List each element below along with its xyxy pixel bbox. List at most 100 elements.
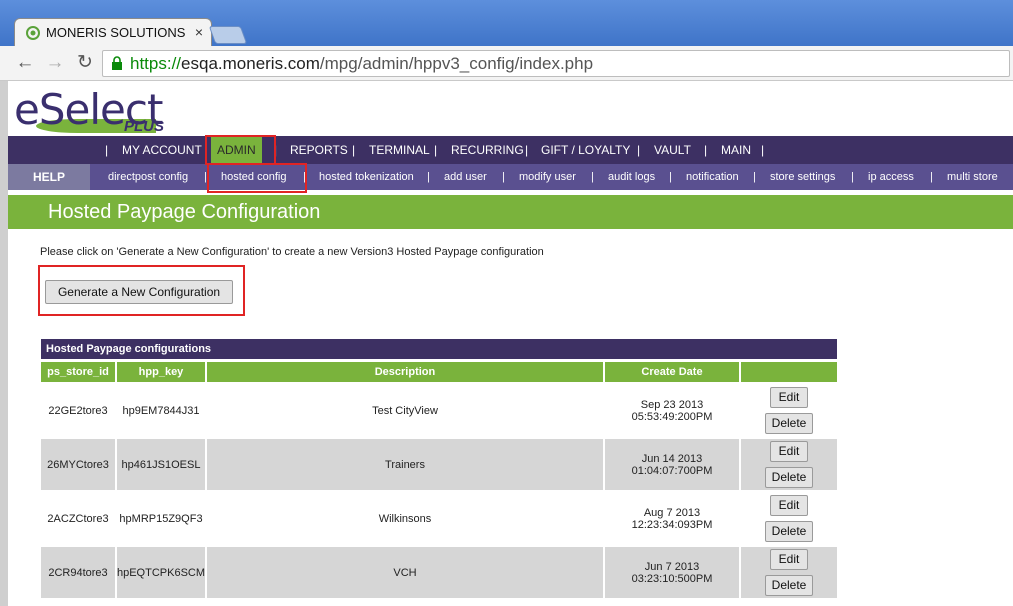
back-arrow-icon[interactable]: ← (14, 52, 36, 74)
sub-nav: HELP directpost config | hosted config |… (8, 164, 1013, 190)
delete-button[interactable]: Delete (765, 575, 813, 596)
lock-icon (112, 56, 122, 70)
nav-separator: | (525, 143, 529, 157)
cell-store-id: 22GE2tore3 (48, 404, 108, 417)
subnav-audit-logs[interactable]: audit logs (608, 164, 655, 190)
header-actions (741, 362, 837, 382)
url-scheme: https:// (130, 54, 182, 73)
browser-tabstrip: MONERIS SOLUTIONS - e × (0, 0, 1013, 47)
nav-reports[interactable]: REPORTS (290, 136, 348, 164)
nav-main[interactable]: MAIN (721, 136, 751, 164)
header-hpp-key: hpp_key (117, 362, 205, 382)
new-tab-button[interactable] (208, 26, 248, 44)
subnav-separator: | (930, 171, 933, 183)
date-line: Aug 7 2013 (643, 506, 701, 519)
intro-text: Please click on 'Generate a New Configur… (40, 246, 544, 258)
url-host: esqa.moneris.com (181, 54, 320, 73)
subnav-separator: | (427, 171, 430, 183)
subnav-ip-access[interactable]: ip access (868, 164, 914, 190)
date-line: Sep 23 2013 (640, 398, 704, 411)
cell-description: VCH (207, 547, 603, 598)
cell-store-id: 26MYCtore3 (41, 439, 115, 490)
subnav-hosted-tokenization[interactable]: hosted tokenization (319, 164, 414, 190)
subnav-directpost-config[interactable]: directpost config (108, 164, 188, 190)
subnav-modify-user[interactable]: modify user (519, 164, 576, 190)
cell-create-date: Jun 7 2013 03:23:10:500PM (605, 547, 739, 598)
page-title-bar: Hosted Paypage Configuration (8, 195, 1013, 229)
tab-close-icon[interactable]: × (195, 24, 203, 40)
page-title: Hosted Paypage Configuration (48, 201, 321, 223)
subnav-separator: | (591, 171, 594, 183)
nav-separator: | (637, 143, 641, 157)
edit-button[interactable]: Edit (770, 387, 808, 408)
nav-my-account[interactable]: MY ACCOUNT (122, 136, 202, 164)
subnav-add-user[interactable]: add user (444, 164, 487, 190)
table-row: 2CR94tore3 hpEQTCPK6SCM VCH Jun 7 2013 0… (41, 547, 837, 598)
delete-button[interactable]: Delete (765, 467, 813, 488)
eselect-plus-logo: eSelect PLUS (14, 85, 184, 137)
date-line: Jun 14 2013 (641, 452, 703, 465)
subnav-separator: | (851, 171, 854, 183)
cell-hpp-key: hp9EM7844J31 (122, 404, 200, 417)
help-link[interactable]: HELP (8, 164, 90, 190)
cell-description: Wilkinsons (378, 512, 432, 525)
subnav-notification[interactable]: notification (686, 164, 739, 190)
nav-gift-loyalty[interactable]: GIFT / LOYALTY (541, 136, 630, 164)
nav-separator: | (704, 143, 708, 157)
edit-button[interactable]: Edit (770, 441, 808, 462)
cell-actions: Edit Delete (741, 547, 837, 598)
generate-configuration-button[interactable]: Generate a New Configuration (45, 280, 233, 304)
nav-terminal[interactable]: TERMINAL (369, 136, 430, 164)
cell-hpp-key: hpMRP15Z9QF3 (119, 512, 203, 525)
delete-button[interactable]: Delete (765, 413, 813, 434)
subnav-multi-store[interactable]: multi store (947, 164, 998, 190)
table-row: 26MYCtore3 hp461JS1OESL Trainers Jun 14 … (41, 439, 837, 490)
nav-recurring[interactable]: RECURRING (451, 136, 524, 164)
cell-create-date: Aug 7 2013 12:23:34:093PM (605, 493, 739, 544)
url-path: /mpg/admin/hppv3_config/index.php (319, 54, 594, 73)
header-ps-store-id: ps_store_id (41, 362, 115, 382)
reload-icon[interactable]: ↻ (74, 52, 96, 74)
main-nav: | MY ACCOUNT | ADMIN | REPORTS | TERMINA… (8, 136, 1013, 164)
cell-actions: Edit Delete (741, 439, 837, 490)
nav-separator: | (105, 143, 109, 157)
table-title: Hosted Paypage configurations (41, 339, 837, 359)
cell-store-id: 2ACZCtore3 (47, 512, 109, 525)
cell-hpp-key: hp461JS1OESL (117, 439, 205, 490)
subnav-separator: | (669, 171, 672, 183)
time-line: 12:23:34:093PM (631, 518, 713, 531)
moneris-favicon-icon (26, 26, 40, 40)
nav-separator: | (434, 143, 438, 157)
logo-sub-text: PLUS (124, 118, 165, 135)
edit-button[interactable]: Edit (770, 549, 808, 570)
nav-separator: | (352, 143, 356, 157)
subnav-separator: | (502, 171, 505, 183)
address-bar[interactable]: https://esqa.moneris.com/mpg/admin/hppv3… (102, 50, 1010, 77)
cell-actions: Edit Delete (741, 493, 837, 544)
time-line: 01:04:07:700PM (631, 464, 713, 477)
header-create-date: Create Date (605, 362, 739, 382)
cell-description: Trainers (207, 439, 603, 490)
browser-toolbar: ← → ↻ https://esqa.moneris.com/mpg/admin… (0, 46, 1013, 81)
header-description: Description (207, 362, 603, 382)
cell-hpp-key: hpEQTCPK6SCM (117, 547, 205, 598)
cell-actions: Edit Delete (741, 385, 837, 436)
nav-separator: | (761, 143, 765, 157)
browser-tab[interactable]: MONERIS SOLUTIONS - e × (14, 18, 212, 47)
url-text: https://esqa.moneris.com/mpg/admin/hppv3… (130, 54, 593, 74)
delete-button[interactable]: Delete (765, 521, 813, 542)
cell-store-id: 2CR94tore3 (41, 547, 115, 598)
cell-create-date: Jun 14 2013 01:04:07:700PM (605, 439, 739, 490)
date-line: Jun 7 2013 03:23:10:500PM (631, 560, 713, 585)
forward-arrow-icon[interactable]: → (44, 52, 66, 74)
subnav-store-settings[interactable]: store settings (770, 164, 835, 190)
table-row: 22GE2tore3 hp9EM7844J31 Test CityView Se… (41, 385, 837, 436)
nav-vault[interactable]: VAULT (654, 136, 691, 164)
page-content: eSelect PLUS | MY ACCOUNT | ADMIN | REPO… (0, 81, 1013, 606)
table-row: 2ACZCtore3 hpMRP15Z9QF3 Wilkinsons Aug 7… (41, 493, 837, 544)
admin-highlight-box (205, 135, 276, 165)
time-line: 05:53:49:200PM (631, 410, 713, 423)
subnav-separator: | (753, 171, 756, 183)
edit-button[interactable]: Edit (770, 495, 808, 516)
cell-create-date: Sep 23 2013 05:53:49:200PM (605, 385, 739, 436)
